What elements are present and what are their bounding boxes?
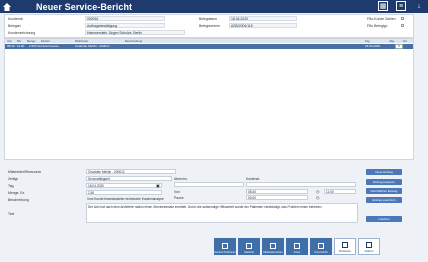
belegnummer-label: Belegnummer (199, 24, 221, 28)
kostenstelle-label: Kostenst. (246, 177, 261, 181)
material-button[interactable]: Material (238, 238, 260, 255)
bottom-label: Unterschrift (314, 251, 328, 254)
table-row[interactable]: 08:30 11:00 2.50h Servicetrimesse Charlo… (5, 44, 413, 49)
row-delete-button[interactable]: ✕ (395, 44, 403, 49)
mitarbeiter-field[interactable]: Charlotte Mehlin - 000012 (86, 169, 176, 174)
process-entry-button[interactable]: Durchfahren Eintrag (366, 188, 402, 194)
bottom-label: Mitarbeiterzeiten (263, 251, 283, 254)
signature-button[interactable]: Unterschrift (310, 238, 332, 255)
kundenzeichnung-label: Kundenzeichnung (8, 31, 36, 35)
grid-icon[interactable]: ▦ (378, 1, 388, 11)
bis-field[interactable]: 11:00 (324, 189, 356, 194)
note-icon (366, 242, 372, 248)
entry-form: Mitarbeiter/Ressource Charlotte Mehlin -… (4, 163, 414, 235)
home-icon (3, 2, 11, 11)
col-bis[interactable]: Bis (17, 39, 21, 43)
copy-entry-button[interactable]: Eintrag kopieren (366, 179, 402, 185)
bottom-label: Service Positionen (214, 251, 236, 254)
bottom-label: Material (244, 251, 254, 254)
bottom-label: Positionen (338, 250, 352, 253)
kundenzeichnung-field[interactable]: Hammerstein Jürgen Schulze, Berlin (85, 30, 185, 35)
col-von[interactable]: Von (7, 39, 12, 43)
von-label: Von (174, 190, 180, 194)
abrechnung-label: Abrechn. (174, 177, 188, 181)
fbo-belegtyp-label: FBo Belegtyp (367, 24, 388, 28)
cell-tag: 18.04.2020 (365, 44, 381, 48)
abrechnung-field[interactable] (174, 182, 244, 187)
kunde-field[interactable]: 000016 (85, 16, 165, 21)
cell-mitarbeiter: Charlotte Mehlin - 000012 (75, 44, 110, 48)
bottom-label: Fotos (293, 251, 301, 254)
bottom-toolbar: Service Positionen Material Mitarbeiterz… (214, 238, 414, 255)
grid-icon (342, 242, 348, 248)
service-positions-button[interactable]: Service Positionen (214, 238, 236, 255)
belegdatum-field[interactable]: 18.04.2020 (229, 16, 297, 21)
text-area[interactable]: Der Arzt hat nach dem Anlieferte radion … (86, 203, 358, 223)
beschreibung-field[interactable]: Vom Kunde beanstandeter technische Kunde… (86, 197, 356, 202)
material-icon (246, 243, 252, 249)
mitarbeiter-label: Mitarbeiter/Ressource (8, 170, 42, 174)
belegnummer-field[interactable]: ASB/2004/115 (229, 23, 297, 28)
table-header: Von Bis Menge Einheit Mitarbeiter Beschr… (5, 39, 413, 43)
page-title: Neuer Service-Bericht (36, 1, 133, 12)
person-icon (270, 243, 276, 249)
calendar-icon[interactable]: ▣ (156, 183, 160, 188)
bottom-label: Notizen (364, 250, 374, 253)
col-abg[interactable]: Abg. (389, 39, 395, 43)
col-menge[interactable]: Menge (27, 39, 36, 43)
tag-field[interactable]: 18.04.2020 (86, 183, 162, 188)
clock-icon[interactable]: ◷ (316, 189, 320, 194)
positions-icon (222, 243, 228, 249)
tag-label: Tag (8, 184, 14, 188)
von-field[interactable]: 08:30 (246, 189, 308, 194)
col-tag[interactable]: Tag (365, 39, 370, 43)
menge-field[interactable]: 2,50 (86, 190, 162, 195)
text-label: Text (8, 212, 15, 216)
kunde-label: Kundendr. (8, 17, 24, 21)
list-icon[interactable]: ≡ (396, 1, 406, 11)
home-button[interactable] (0, 0, 14, 13)
belegart-field[interactable]: Auftragsbestätigung (85, 23, 165, 28)
belegart-label: Belegart (8, 24, 21, 28)
cell-von: 08:30 (7, 44, 15, 48)
delete-button[interactable]: Löschen (366, 216, 402, 222)
notes-button[interactable]: Notizen (358, 238, 380, 255)
download-icon[interactable]: ↓ (414, 1, 424, 11)
fbo-kunde-label: FBo-Kunde Zahlen (367, 17, 396, 21)
positions-button[interactable]: Positionen (334, 238, 356, 255)
signature-icon (318, 243, 324, 249)
info-panel: Kundendr. 000016 Belegart Auftragsbestät… (4, 14, 414, 38)
fbo-belegtyp-checkbox[interactable] (401, 24, 404, 27)
col-ort[interactable]: Ort (403, 39, 407, 43)
cell-einheit: 2.50h Servicetrimesse (29, 44, 59, 48)
belegdatum-label: Belegdatum (199, 17, 218, 21)
menge-label: Menge, Ez. (8, 191, 26, 195)
camera-icon (294, 243, 300, 249)
employee-times-button[interactable]: Mitarbeiterzeiten (262, 238, 284, 255)
save-entry-button[interactable]: Eintrag speichern (366, 197, 402, 203)
new-entry-button[interactable]: Neue Eintrag (366, 169, 402, 175)
zeittyp-label: Zeittyp (8, 177, 19, 181)
time-entries-table: Von Bis Menge Einheit Mitarbeiter Beschr… (4, 38, 414, 160)
zeittyp-field[interactable]: Servicetätigkeit (86, 176, 172, 181)
beschreibung-label: Beschreibung (8, 198, 29, 202)
cell-bis: 11:00 (17, 44, 25, 48)
col-beschreibung[interactable]: Beschreibung (125, 39, 142, 43)
top-bar: Neuer Service-Bericht ▦ ≡ ↓ (0, 0, 428, 13)
col-einheit[interactable]: Einheit (41, 39, 50, 43)
fbo-kunde-checkbox[interactable] (401, 17, 404, 20)
col-mitarbeiter[interactable]: Mitarbeiter (75, 39, 88, 43)
photos-button[interactable]: Fotos (286, 238, 308, 255)
kostenstelle-field[interactable] (246, 182, 356, 187)
